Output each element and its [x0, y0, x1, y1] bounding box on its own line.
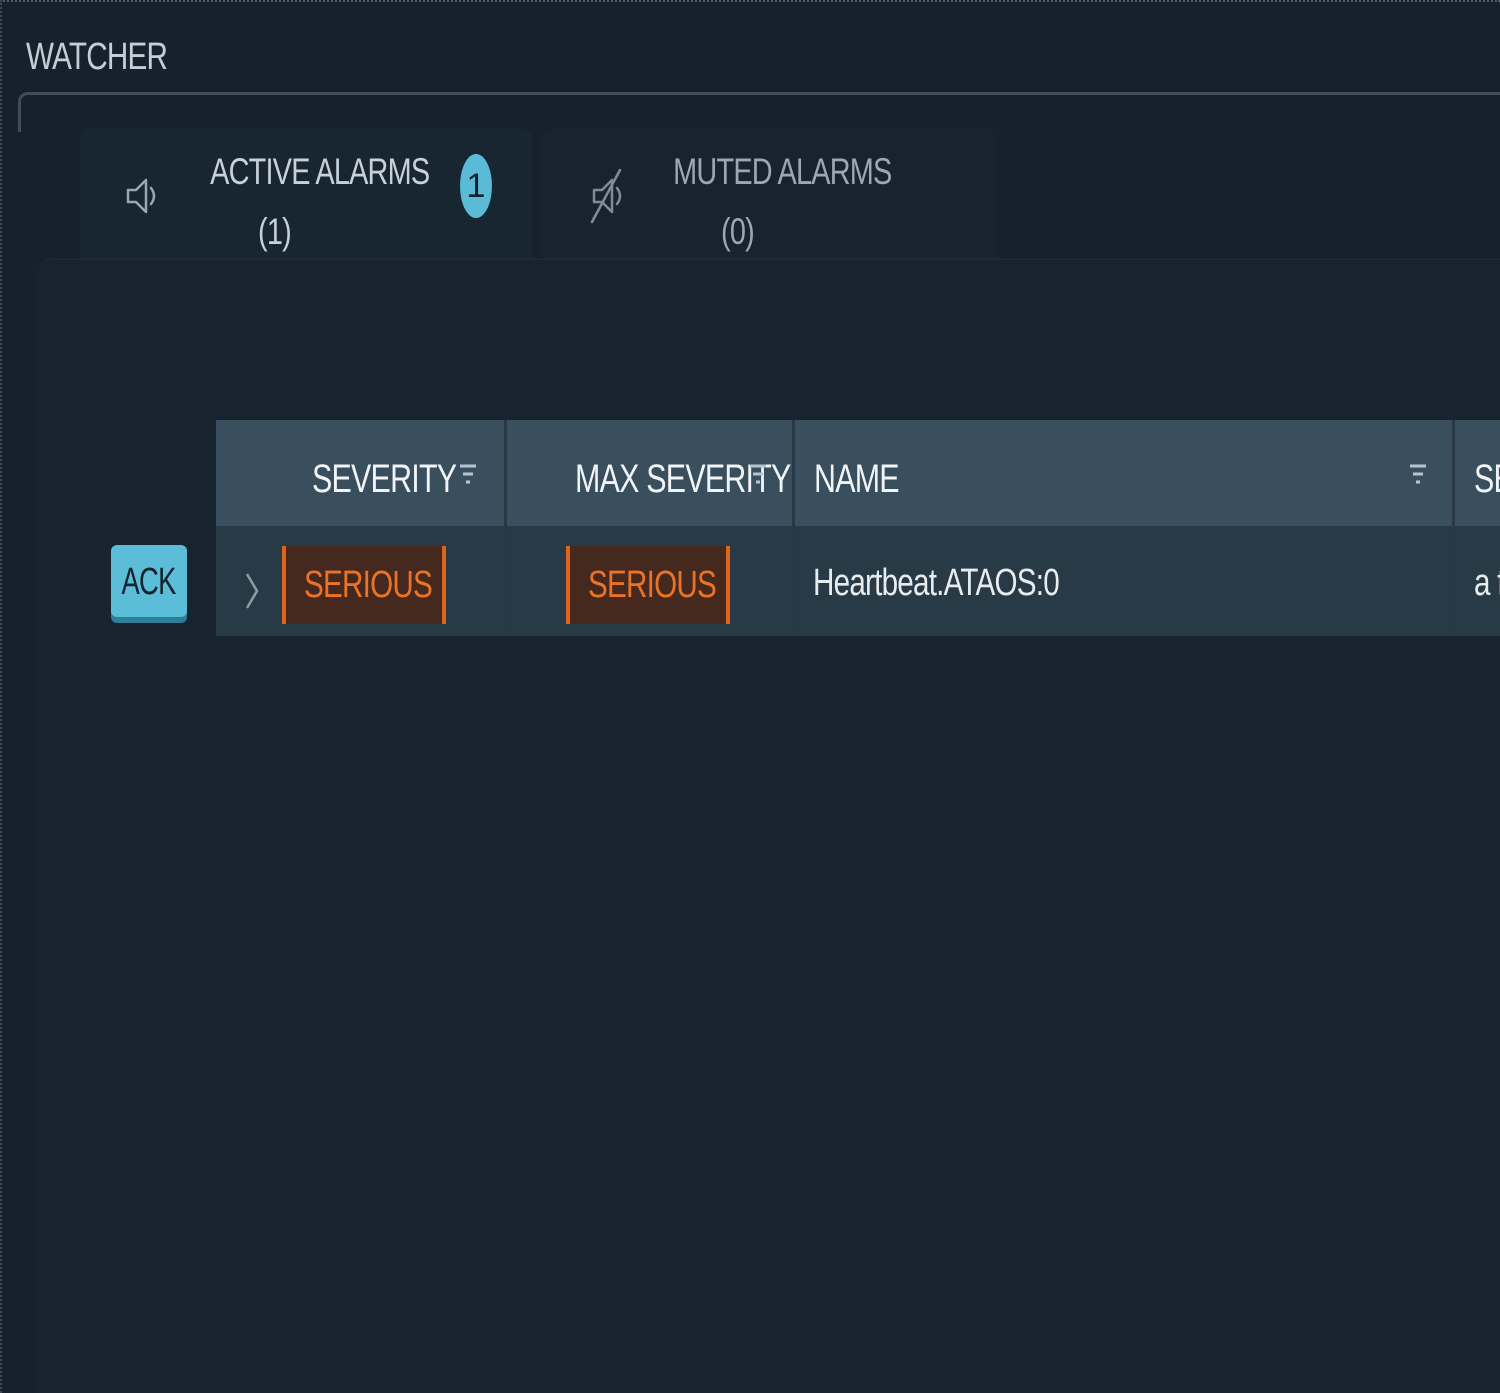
severity-badge: SERIOUS	[282, 546, 446, 624]
max-severity-badge: SERIOUS	[566, 546, 730, 624]
watcher-window: WATCHER ACTIVE ALARMS (1) 1 MUTED ALARMS…	[0, 0, 1500, 1393]
ack-button-label: ACK	[121, 561, 177, 603]
alarm-name: Heartbeat.ATAOS:0	[813, 526, 1128, 636]
tab-muted-alarms-label: MUTED ALARMS (0)	[655, 142, 892, 262]
max-severity-filter-icon[interactable]	[748, 462, 768, 490]
chevron-right-icon[interactable]	[244, 570, 260, 612]
column-divider	[1452, 420, 1455, 636]
column-header-fourth[interactable]: SE	[1474, 420, 1500, 526]
max-severity-badge-label: SERIOUS	[588, 564, 717, 606]
title-divider	[18, 92, 1500, 132]
alarm-fourth-cell-text: a fe	[1474, 562, 1500, 604]
tab-active-alarms[interactable]: ACTIVE ALARMS (1) 1	[80, 128, 532, 260]
ack-button[interactable]: ACK	[111, 545, 187, 617]
alarm-name-text: Heartbeat.ATAOS:0	[813, 562, 1060, 604]
column-header-fourth-label: SE	[1474, 457, 1500, 501]
tab-muted-alarms[interactable]: MUTED ALARMS (0)	[542, 128, 997, 260]
column-divider	[504, 420, 507, 636]
severity-filter-icon[interactable]	[458, 462, 478, 490]
tab-muted-alarms-title: MUTED ALARMS	[673, 151, 892, 192]
column-header-severity-label: SEVERITY	[312, 457, 457, 501]
speaker-icon	[126, 178, 156, 214]
tab-active-alarms-count: (1)	[258, 211, 292, 252]
severity-badge-label: SERIOUS	[304, 564, 433, 606]
alarm-fourth-cell: a fe	[1474, 526, 1500, 636]
tab-active-alarms-title: ACTIVE ALARMS	[210, 151, 430, 192]
app-title: WATCHER	[26, 36, 168, 78]
column-header-name[interactable]: NAME	[814, 420, 926, 526]
column-header-name-label: NAME	[814, 457, 900, 501]
alarm-count-badge: 1	[460, 154, 492, 218]
name-filter-icon[interactable]	[1408, 462, 1428, 490]
speaker-muted-icon	[590, 168, 622, 224]
tab-muted-alarms-count: (0)	[721, 211, 755, 252]
tab-active-alarms-label: ACTIVE ALARMS (1)	[192, 142, 430, 262]
